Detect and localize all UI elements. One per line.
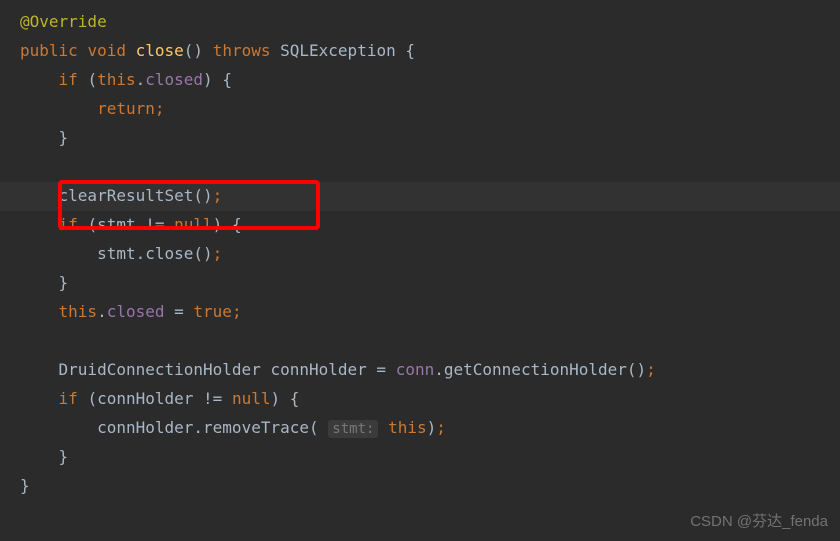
code-line-1: @Override: [0, 8, 840, 37]
code-line-3: if (this.closed) {: [0, 66, 840, 95]
keyword-return: return: [97, 99, 155, 118]
code-line-7-highlighted: clearResultSet();: [0, 182, 840, 211]
method-close: close: [136, 41, 184, 60]
field-closed: closed: [145, 70, 203, 89]
keyword-null: null: [232, 389, 271, 408]
exception-type: SQLException: [280, 41, 396, 60]
code-line-9: stmt.close();: [0, 240, 840, 269]
code-editor[interactable]: @Override public void close() throws SQL…: [0, 8, 840, 501]
keyword-this: this: [97, 70, 136, 89]
call-close: close: [145, 244, 193, 263]
annotation-override: @Override: [20, 12, 107, 31]
type-holder: DruidConnectionHolder: [59, 360, 261, 379]
var-conn: conn: [396, 360, 435, 379]
keyword-this: this: [59, 302, 98, 321]
keyword-if: if: [59, 389, 78, 408]
code-line-10: }: [0, 269, 840, 298]
keyword-if: if: [59, 215, 78, 234]
watermark-text: CSDN @芬达_fenda: [690, 508, 828, 535]
code-line-16: }: [0, 443, 840, 472]
var-stmt: stmt: [97, 215, 136, 234]
code-line-4: return;: [0, 95, 840, 124]
code-line-13: DruidConnectionHolder connHolder = conn.…: [0, 356, 840, 385]
call-removeTrace: removeTrace: [203, 418, 309, 437]
code-line-15: connHolder.removeTrace( stmt: this);: [0, 414, 840, 443]
keyword-throws: throws: [213, 41, 271, 60]
field-closed: closed: [107, 302, 165, 321]
var-connHolder: connHolder: [270, 360, 366, 379]
code-line-5: }: [0, 124, 840, 153]
code-line-6: [0, 153, 840, 182]
code-line-17: }: [0, 472, 840, 501]
var-connHolder: connHolder: [97, 418, 193, 437]
code-line-8: if (stmt != null) {: [0, 211, 840, 240]
call-getConnHolder: getConnectionHolder: [444, 360, 627, 379]
code-line-12: [0, 327, 840, 356]
keyword-null: null: [174, 215, 213, 234]
keyword-void: void: [87, 41, 126, 60]
call-clearResultSet: clearResultSet: [59, 186, 194, 205]
keyword-this: this: [388, 418, 427, 437]
code-line-14: if (connHolder != null) {: [0, 385, 840, 414]
code-line-2: public void close() throws SQLException …: [0, 37, 840, 66]
keyword-true: true: [193, 302, 232, 321]
param-hint-stmt: stmt:: [328, 420, 378, 438]
keyword-public: public: [20, 41, 78, 60]
var-stmt: stmt: [97, 244, 136, 263]
code-line-11: this.closed = true;: [0, 298, 840, 327]
keyword-if: if: [59, 70, 78, 89]
var-connHolder: connHolder: [97, 389, 193, 408]
